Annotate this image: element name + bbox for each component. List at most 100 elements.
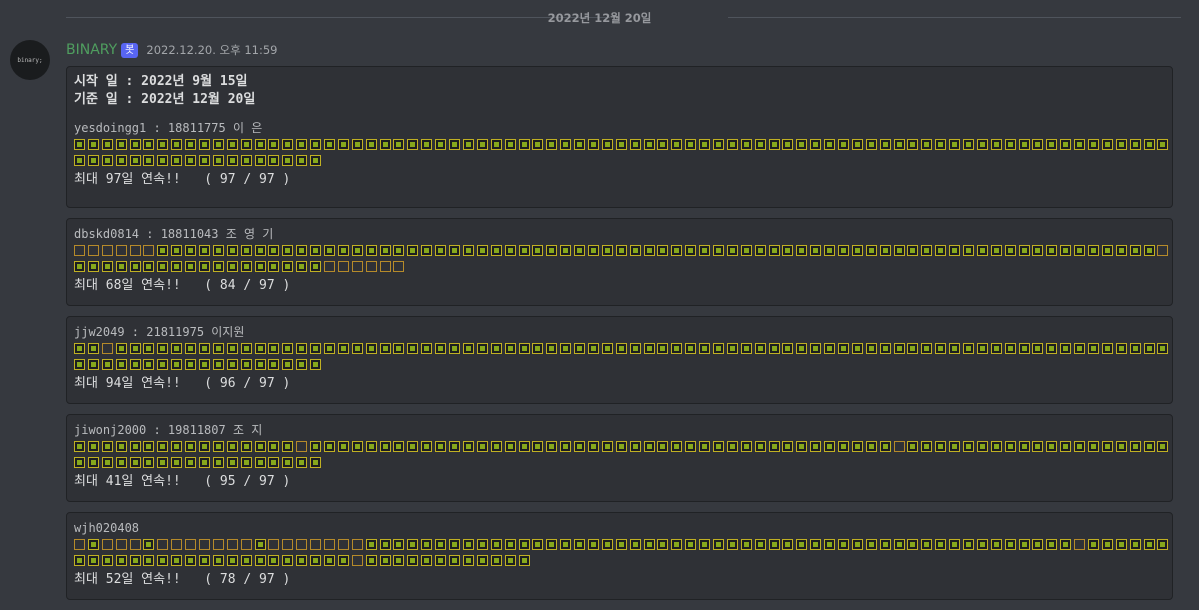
filled-square-icon	[101, 441, 113, 452]
filled-square-icon	[712, 139, 724, 150]
filled-square-icon	[115, 261, 127, 272]
empty-square-icon	[351, 261, 363, 272]
filled-square-icon	[615, 441, 627, 452]
filled-square-icon	[449, 539, 461, 550]
filled-square-icon	[1004, 245, 1016, 256]
filled-square-icon	[393, 539, 405, 550]
filled-square-icon	[490, 539, 502, 550]
filled-square-icon	[226, 139, 238, 150]
filled-square-icon	[865, 343, 877, 354]
filled-square-icon	[963, 343, 974, 354]
filled-square-icon	[143, 555, 155, 566]
filled-square-icon	[1060, 343, 1072, 354]
filled-square-icon	[337, 441, 349, 452]
filled-square-icon	[282, 245, 294, 256]
filled-square-icon	[560, 441, 572, 452]
filled-square-icon	[671, 539, 683, 550]
filled-square-icon	[1101, 245, 1113, 256]
empty-square-icon	[351, 555, 363, 566]
empty-square-icon	[157, 539, 169, 550]
empty-square-icon	[129, 245, 141, 256]
filled-square-icon	[990, 245, 1002, 256]
filled-square-icon	[740, 139, 752, 150]
filled-square-icon	[518, 539, 530, 550]
filled-square-icon	[574, 539, 586, 550]
filled-square-icon	[240, 139, 252, 150]
filled-square-icon	[393, 555, 405, 566]
filled-square-icon	[268, 359, 280, 370]
filled-square-icon	[393, 441, 405, 452]
filled-square-icon	[407, 555, 419, 566]
codeblock-card: jjw2049 : 21811975 이지원 최대 94일 연속!! ( 96 …	[66, 316, 1173, 404]
message-header: BINARY 봇 2022.12.20. 오후 11:59	[66, 40, 278, 60]
filled-square-icon	[87, 343, 99, 354]
filled-square-icon	[435, 441, 447, 452]
filled-square-icon	[935, 245, 947, 256]
filled-square-icon	[518, 555, 530, 566]
filled-square-icon	[574, 441, 586, 452]
filled-square-icon	[157, 155, 169, 166]
filled-square-icon	[518, 441, 530, 452]
filled-square-icon	[782, 245, 794, 256]
filled-square-icon	[74, 343, 85, 354]
filled-square-icon	[1101, 539, 1113, 550]
filled-square-icon	[754, 441, 766, 452]
filled-square-icon	[171, 359, 183, 370]
filled-square-icon	[393, 245, 405, 256]
filled-square-icon	[963, 139, 974, 150]
filled-square-icon	[185, 139, 197, 150]
empty-square-icon	[199, 539, 211, 550]
filled-square-icon	[907, 245, 919, 256]
empty-square-icon	[115, 245, 127, 256]
filled-square-icon	[462, 539, 474, 550]
filled-square-icon	[87, 555, 99, 566]
empty-square-icon	[87, 245, 99, 256]
filled-square-icon	[282, 343, 294, 354]
filled-square-icon	[782, 343, 794, 354]
filled-square-icon	[310, 343, 322, 354]
timestamp[interactable]: 2022.12.20. 오후 11:59	[146, 42, 277, 58]
filled-square-icon	[1115, 139, 1127, 150]
filled-square-icon	[171, 139, 183, 150]
empty-square-icon	[337, 539, 349, 550]
filled-square-icon	[671, 245, 683, 256]
filled-square-icon	[1060, 539, 1072, 550]
avatar[interactable]: binary;	[10, 40, 50, 80]
bot-tag: 봇	[121, 42, 139, 58]
filled-square-icon	[365, 139, 377, 150]
filled-square-icon	[115, 139, 127, 150]
filled-square-icon	[629, 539, 641, 550]
filled-square-icon	[1129, 245, 1141, 256]
filled-square-icon	[1088, 539, 1100, 550]
filled-square-icon	[407, 539, 419, 550]
filled-square-icon	[1143, 245, 1155, 256]
filled-square-icon	[949, 139, 961, 150]
filled-square-icon	[310, 139, 322, 150]
filled-square-icon	[421, 343, 433, 354]
filled-square-icon	[657, 441, 669, 452]
filled-square-icon	[685, 139, 697, 150]
filled-square-icon	[768, 245, 780, 256]
filled-square-icon	[324, 555, 336, 566]
filled-square-icon	[629, 441, 641, 452]
filled-square-icon	[587, 539, 599, 550]
filled-square-icon	[115, 441, 127, 452]
filled-square-icon	[157, 359, 169, 370]
streak-grid	[74, 539, 1174, 571]
card-user: jjw2049 : 21811975 이지원	[74, 325, 245, 339]
filled-square-icon	[240, 441, 252, 452]
empty-square-icon	[268, 539, 280, 550]
filled-square-icon	[226, 359, 238, 370]
filled-square-icon	[1046, 139, 1058, 150]
filled-square-icon	[560, 539, 572, 550]
filled-square-icon	[435, 139, 447, 150]
filled-square-icon	[254, 555, 266, 566]
filled-square-icon	[1004, 139, 1016, 150]
filled-square-icon	[935, 539, 947, 550]
filled-square-icon	[226, 155, 238, 166]
filled-square-icon	[837, 245, 849, 256]
username[interactable]: BINARY	[66, 42, 117, 58]
filled-square-icon	[893, 245, 905, 256]
filled-square-icon	[532, 245, 544, 256]
filled-square-icon	[199, 343, 211, 354]
